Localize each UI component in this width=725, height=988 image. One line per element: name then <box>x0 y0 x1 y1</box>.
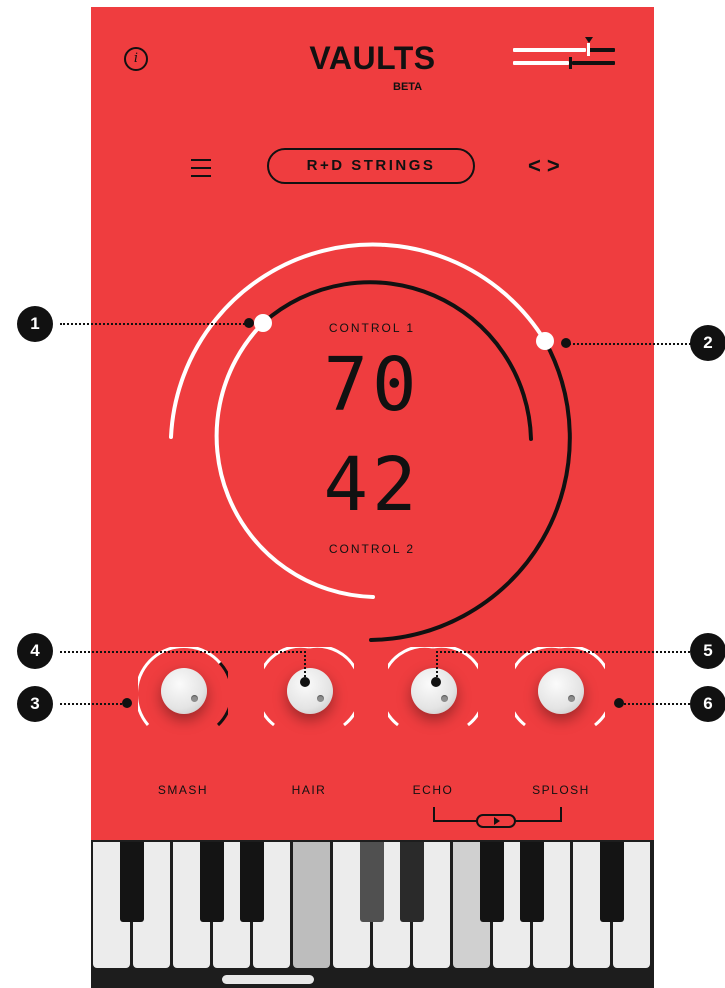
black-key[interactable] <box>240 842 264 922</box>
callout-badge-4: 4 <box>17 633 53 669</box>
callout-5-anchor <box>431 677 441 687</box>
piano-keyboard <box>91 840 654 988</box>
knob-label-echo: ECHO <box>412 783 454 797</box>
splosh-knob-cap <box>538 668 584 714</box>
callout-1-anchor <box>244 318 254 328</box>
black-key[interactable] <box>480 842 504 922</box>
white-key-pressed[interactable] <box>293 842 330 968</box>
knob-indicator <box>191 695 198 702</box>
knob-indicator <box>441 695 448 702</box>
control2-value: 42 <box>323 442 421 528</box>
black-key[interactable] <box>120 842 144 922</box>
callout-3-leader <box>60 703 130 705</box>
callout-badge-3: 3 <box>17 686 53 722</box>
knob-label-hair: HAIR <box>291 783 327 797</box>
control1-handle[interactable] <box>254 314 272 332</box>
black-key[interactable] <box>200 842 224 922</box>
echo-knob-cap <box>411 668 457 714</box>
callout-badge-6: 6 <box>690 686 725 722</box>
callout-4-anchor <box>300 677 310 687</box>
control2-label: CONTROL 2 <box>328 542 416 556</box>
callout-3-anchor <box>122 698 132 708</box>
callout-6-anchor <box>614 698 624 708</box>
echo-splosh-link[interactable] <box>431 803 571 829</box>
control1-label: CONTROL 1 <box>328 321 416 335</box>
callout-4-leader <box>60 651 306 653</box>
smash-knob[interactable] <box>138 647 228 737</box>
app-screen: i VAULTS BETA R+D STRINGS <> CONTROL 1 7… <box>91 7 654 988</box>
callout-badge-5: 5 <box>690 633 725 669</box>
black-key-pressed[interactable] <box>360 842 384 922</box>
callout-1-leader <box>60 323 248 325</box>
echo-knob[interactable] <box>388 647 478 737</box>
knob-label-splosh: SPLOSH <box>532 783 590 797</box>
callout-6-leader <box>619 703 694 705</box>
callout-badge-2: 2 <box>690 325 725 361</box>
callout-5-leader <box>436 651 694 653</box>
control1-value: 70 <box>323 342 421 428</box>
control2-handle[interactable] <box>536 332 554 350</box>
hair-knob[interactable] <box>264 647 354 737</box>
callout-2-anchor <box>561 338 571 348</box>
home-indicator[interactable] <box>222 975 314 984</box>
splosh-knob[interactable] <box>515 647 605 737</box>
knob-indicator <box>317 695 324 702</box>
black-key-pressed[interactable] <box>400 842 424 922</box>
knob-label-smash: SMASH <box>157 783 209 797</box>
callout-5-drop <box>436 651 438 677</box>
knob-indicator <box>568 695 575 702</box>
callout-2-leader <box>566 343 694 345</box>
callout-badge-1: 1 <box>17 306 53 342</box>
black-key[interactable] <box>600 842 624 922</box>
callout-4-drop <box>304 651 306 677</box>
black-key[interactable] <box>520 842 544 922</box>
smash-knob-cap <box>161 668 207 714</box>
hair-knob-cap <box>287 668 333 714</box>
